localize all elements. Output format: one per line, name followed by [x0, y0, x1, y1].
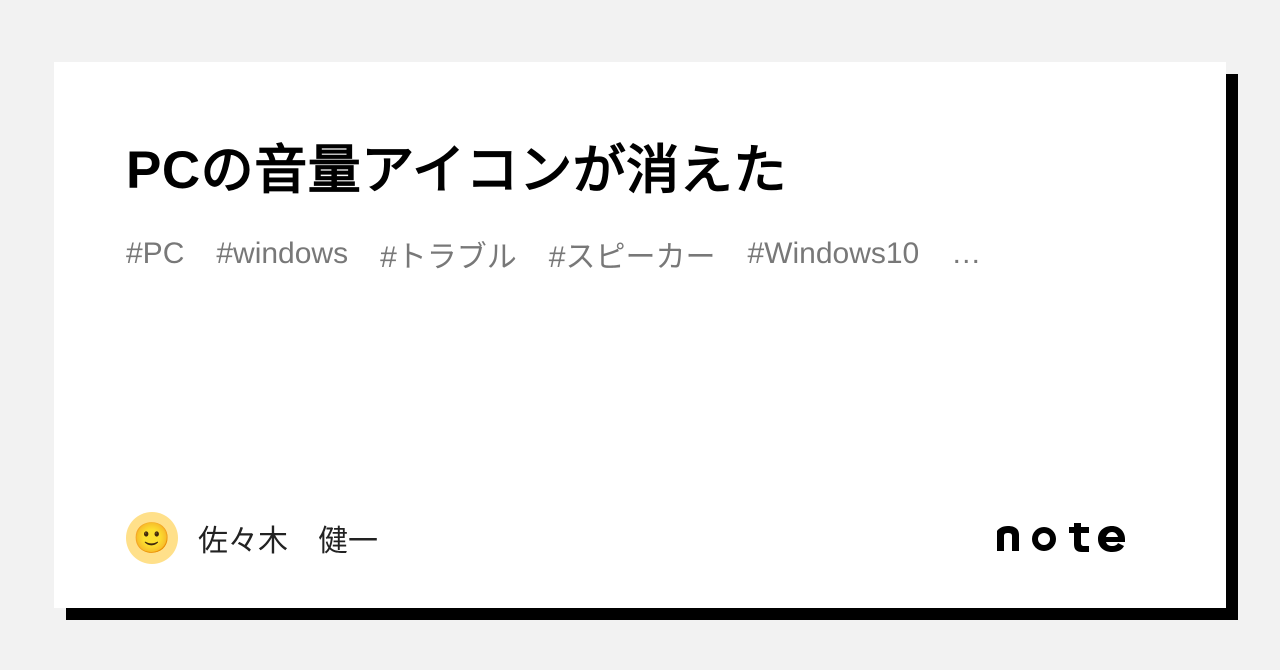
spacer: [126, 276, 1154, 512]
author-block[interactable]: 🙂 佐々木 健一: [126, 512, 378, 564]
note-logo: [994, 523, 1154, 553]
tag[interactable]: #トラブル: [380, 232, 517, 276]
avatar-emoji-icon: 🙂: [133, 521, 170, 556]
note-logo-icon: [994, 523, 1154, 553]
author-name: 佐々木 健一: [198, 516, 378, 560]
tags-overflow-icon: …: [951, 237, 983, 271]
tag[interactable]: #windows: [216, 237, 348, 271]
tag-list: #PC #windows #トラブル #スピーカー #Windows10 …: [126, 232, 1154, 276]
card-body: PCの音量アイコンが消えた #PC #windows #トラブル #スピーカー …: [54, 62, 1226, 608]
article-card[interactable]: PCの音量アイコンが消えた #PC #windows #トラブル #スピーカー …: [54, 62, 1226, 608]
article-title: PCの音量アイコンが消えた: [126, 134, 1154, 208]
avatar: 🙂: [126, 512, 178, 564]
tag[interactable]: #Windows10: [747, 237, 919, 271]
card-footer: 🙂 佐々木 健一: [126, 512, 1154, 564]
tag[interactable]: #PC: [126, 237, 184, 271]
tag[interactable]: #スピーカー: [549, 232, 716, 276]
